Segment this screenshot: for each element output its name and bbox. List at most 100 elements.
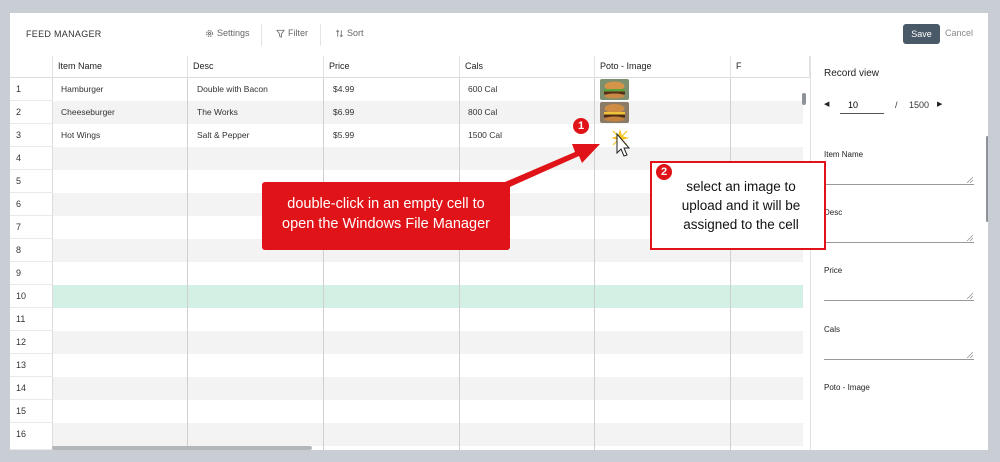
settings-label: Settings [217, 28, 250, 38]
row-number[interactable]: 6 [10, 193, 53, 216]
cals-field[interactable] [824, 346, 974, 360]
row-number[interactable]: 1 [10, 78, 53, 101]
record-view-title: Record view [824, 68, 880, 79]
cell-item-name[interactable]: Hot Wings [61, 124, 100, 147]
row-number[interactable]: 4 [10, 147, 53, 170]
sort-button[interactable]: Sort [335, 28, 364, 38]
row-number[interactable]: 7 [10, 216, 53, 239]
record-total: 1500 [909, 100, 930, 110]
row-number[interactable]: 13 [10, 354, 53, 377]
row-number[interactable]: 10 [10, 285, 53, 308]
save-button[interactable]: Save [903, 24, 940, 44]
column-header-price[interactable]: Price [324, 56, 460, 78]
field-label-item-name: Item Name [824, 150, 864, 159]
resize-grip-icon[interactable] [966, 292, 973, 299]
record-panel-scrollbar[interactable] [986, 136, 988, 222]
row-number[interactable]: 16 [10, 423, 53, 450]
column-header-f[interactable]: F [731, 56, 810, 78]
instruction-callout-two: select an image to upload and it will be… [650, 161, 826, 250]
row-number[interactable]: 15 [10, 400, 53, 423]
row-number[interactable]: 12 [10, 331, 53, 354]
hamburger-image[interactable] [600, 79, 629, 100]
record-separator: / [895, 100, 898, 110]
data-grid: Item Name Desc Price Cals Poto - Image F… [10, 56, 810, 450]
field-label-cals: Cals [824, 325, 841, 334]
resize-grip-icon[interactable] [966, 176, 973, 183]
row-number[interactable]: 14 [10, 377, 53, 400]
price-field[interactable] [824, 287, 974, 301]
row-number[interactable]: 3 [10, 124, 53, 147]
step-two-badge: 2 [656, 164, 672, 180]
cell-price[interactable]: $5.99 [333, 124, 354, 147]
column-header-image[interactable]: Poto - Image [595, 56, 731, 78]
filter-icon [276, 29, 285, 38]
column-divider [323, 56, 324, 450]
column-divider [730, 56, 731, 450]
row-background [53, 101, 803, 124]
field-label-desc: Desc [824, 208, 843, 217]
gear-icon [206, 29, 213, 37]
toolbar-divider [320, 24, 321, 46]
horizontal-scrollbar[interactable] [52, 446, 312, 450]
cell-price[interactable]: $4.99 [333, 78, 354, 101]
item-name-field[interactable] [824, 171, 974, 185]
record-number-input[interactable] [840, 97, 884, 114]
cell-desc[interactable]: Salt & Pepper [197, 124, 249, 147]
row-background-selected [53, 285, 803, 308]
settings-button[interactable]: Settings [205, 28, 250, 38]
cell-desc[interactable]: The Works [197, 101, 238, 124]
row-background [53, 124, 803, 147]
row-background [53, 354, 803, 377]
callout-one-line: open the Windows File Manager [282, 216, 490, 232]
cell-price[interactable]: $6.99 [333, 101, 354, 124]
callout-two-line: assigned to the cell [683, 217, 799, 232]
step-one-badge: 1 [573, 118, 589, 134]
row-background [53, 400, 803, 423]
resize-grip-icon[interactable] [966, 234, 973, 241]
instruction-callout-one: double-click in an empty cell to open th… [262, 182, 510, 250]
record-view-panel: Record view ◀ / 1500 ▶ Item Name Desc Pr… [810, 56, 988, 450]
desc-field[interactable] [824, 229, 974, 243]
field-label-price: Price [824, 266, 843, 275]
sort-label: Sort [347, 28, 364, 38]
column-header-desc[interactable]: Desc [188, 56, 324, 78]
toolbar-divider [261, 24, 262, 46]
row-number[interactable]: 8 [10, 239, 53, 262]
column-divider [594, 56, 595, 450]
callout-one-line: double-click in an empty cell to [287, 196, 485, 212]
cell-item-name[interactable]: Hamburger [61, 78, 104, 101]
cell-cals[interactable]: 600 Cal [468, 78, 497, 101]
callout-two-line: upload and it will be [681, 198, 801, 213]
resize-grip-icon[interactable] [966, 351, 973, 358]
sort-icon [336, 29, 343, 37]
cheeseburger-image[interactable] [600, 102, 629, 123]
cancel-button[interactable]: Cancel [945, 28, 973, 38]
row-number[interactable]: 2 [10, 101, 53, 124]
filter-label: Filter [288, 28, 308, 38]
cell-cals[interactable]: 800 Cal [468, 101, 497, 124]
cell-item-name[interactable]: Cheeseburger [61, 101, 115, 124]
row-background [53, 331, 803, 354]
column-header-cals[interactable]: Cals [460, 56, 595, 78]
column-header-item-name[interactable]: Item Name [53, 56, 188, 78]
column-divider [459, 56, 460, 450]
app-title: FEED MANAGER [26, 29, 102, 39]
cell-cals[interactable]: 1500 Cal [468, 124, 502, 147]
row-number[interactable]: 11 [10, 308, 53, 331]
toolbar: FEED MANAGER Settings Filter Sort Save C… [10, 13, 988, 57]
callout-two-line: select an image to [686, 179, 796, 194]
vertical-scrollbar[interactable] [802, 93, 806, 105]
corner-header [10, 56, 53, 78]
next-record-icon[interactable]: ▶ [937, 100, 942, 108]
row-background [53, 423, 803, 446]
cell-desc[interactable]: Double with Bacon [197, 78, 268, 101]
filter-button[interactable]: Filter [276, 28, 308, 38]
row-number[interactable]: 9 [10, 262, 53, 285]
row-number[interactable]: 5 [10, 170, 53, 193]
record-navigator: ◀ / 1500 ▶ [824, 97, 964, 117]
row-background [53, 78, 803, 101]
column-divider [187, 56, 188, 450]
row-background [53, 308, 803, 331]
row-background [53, 377, 803, 400]
previous-record-icon[interactable]: ◀ [824, 100, 829, 108]
